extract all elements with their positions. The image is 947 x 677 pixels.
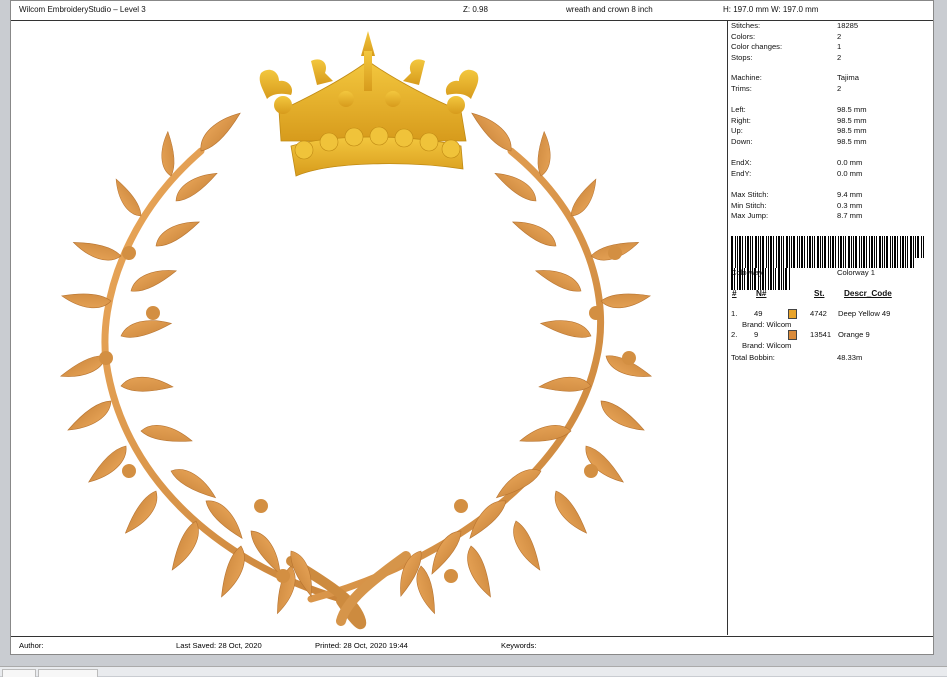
color-table-header-number: N#	[756, 289, 767, 298]
stat-value: 0.0 mm	[837, 158, 863, 167]
stat-label: Color changes:	[731, 42, 783, 51]
window-tab-1[interactable]	[2, 669, 36, 677]
stat-value: Tajima	[837, 73, 859, 82]
print-preview-sheet: Wilcom EmbroideryStudio – Level 3 Z: 0.9…	[10, 0, 934, 655]
stat-label: Machine:	[731, 73, 762, 82]
last-saved: Last Saved: 28 Oct, 2020	[176, 641, 262, 650]
stat-value: 98.5 mm	[837, 137, 867, 146]
stat-label: Min Stitch:	[731, 201, 767, 210]
total-bobbin-value: 48.33m	[837, 353, 863, 362]
colorway-label: Colorway:	[731, 268, 765, 277]
stat-label: Up:	[731, 126, 743, 135]
stat-row: Right: 98.5 mm	[731, 116, 931, 126]
stat-value: 2	[837, 53, 842, 62]
color-row-brand: Brand: Wilcom	[742, 341, 792, 350]
color-table-header-descr: Descr_Code	[844, 289, 892, 298]
total-bobbin-row: Total Bobbin: 48.33m	[731, 353, 931, 363]
stat-value: 2	[837, 84, 842, 93]
stat-row: EndY: 0.0 mm	[731, 169, 931, 179]
stat-row: Color changes: 1	[731, 42, 931, 52]
color-swatch	[788, 309, 797, 319]
stat-label: Left:	[731, 105, 746, 114]
design-size: H: 197.0 mm W: 197.0 mm	[723, 5, 819, 14]
stat-label: Stops:	[731, 53, 753, 62]
stat-value: 9.4 mm	[837, 190, 863, 199]
stat-label: Trims:	[731, 84, 752, 93]
stat-row: Down: 98.5 mm	[731, 137, 931, 147]
crown-shape	[259, 31, 479, 177]
stat-row: Stitches: 18285	[731, 21, 931, 31]
footer-bar: Author: Last Saved: 28 Oct, 2020 Printed…	[11, 636, 933, 655]
design-name: wreath and crown 8 inch	[566, 5, 653, 14]
stat-row: Up: 98.5 mm	[731, 126, 931, 136]
stat-row: Machine: Tajima	[731, 73, 931, 83]
colorway-value: Colorway 1	[837, 268, 875, 277]
color-row-number: 49	[754, 309, 763, 318]
stat-row: Stops: 2	[731, 53, 931, 63]
stat-value: 18285	[837, 21, 859, 30]
stat-value: 2	[837, 32, 842, 41]
barcode-image	[731, 236, 927, 290]
stat-row: Colors: 2	[731, 32, 931, 42]
color-table-header-stitches: St.	[814, 289, 825, 298]
keywords-label: Keywords:	[501, 641, 537, 650]
stat-row: EndX: 0.0 mm	[731, 158, 931, 168]
stat-row: Max Jump: 8.7 mm	[731, 211, 931, 221]
stat-value: 1	[837, 42, 842, 51]
stat-value: 98.5 mm	[837, 105, 867, 114]
stat-row: Max Stitch: 9.4 mm	[731, 190, 931, 200]
wreath-crown-embroidery-image	[58, 31, 654, 630]
color-row-brand: Brand: Wilcom	[742, 320, 792, 329]
zoom-readout: Z: 0.98	[463, 5, 488, 14]
stat-label: Down:	[731, 137, 753, 146]
stat-label: EndX:	[731, 158, 752, 167]
stat-value: 8.7 mm	[837, 211, 863, 220]
stat-label: Max Jump:	[731, 211, 769, 220]
color-swatch	[788, 330, 797, 340]
stat-row: Trims: 2	[731, 84, 931, 94]
stat-label: Max Stitch:	[731, 190, 769, 199]
design-preview	[11, 21, 728, 635]
color-row-description: Orange 9	[838, 330, 870, 339]
stat-label: Colors:	[731, 32, 756, 41]
stat-value: 0.0 mm	[837, 169, 863, 178]
stitch-info-panel: Stitches: 18285 Colors: 2 Color changes: 1 Sto…	[728, 21, 933, 635]
stat-value: 98.5 mm	[837, 116, 867, 125]
color-row-number: 9	[754, 330, 759, 339]
stat-label: Stitches:	[731, 21, 761, 30]
colorway-row: Colorway: Colorway 1	[731, 268, 931, 278]
color-row-index: 2.	[731, 330, 738, 339]
stat-row: Min Stitch: 0.3 mm	[731, 201, 931, 211]
total-bobbin-label: Total Bobbin:	[731, 353, 775, 362]
header-bar: Wilcom EmbroideryStudio – Level 3 Z: 0.9…	[11, 1, 933, 21]
printed-date: Printed: 28 Oct, 2020 19:44	[315, 641, 408, 650]
app-title: Wilcom EmbroideryStudio – Level 3	[19, 5, 146, 14]
color-row-index: 1.	[731, 309, 738, 318]
author-label: Author:	[19, 641, 44, 650]
stat-label: Right:	[731, 116, 751, 125]
color-row-stitches: 13541	[810, 330, 832, 339]
color-row-stitches: 4742	[810, 309, 827, 318]
stat-row: Left: 98.5 mm	[731, 105, 931, 115]
window-tab-2[interactable]	[38, 669, 98, 677]
stat-label: EndY:	[731, 169, 752, 178]
stat-value: 0.3 mm	[837, 201, 863, 210]
stat-value: 98.5 mm	[837, 126, 867, 135]
color-row-description: Deep Yellow 49	[838, 309, 891, 318]
color-table-header-index: #	[732, 289, 737, 298]
